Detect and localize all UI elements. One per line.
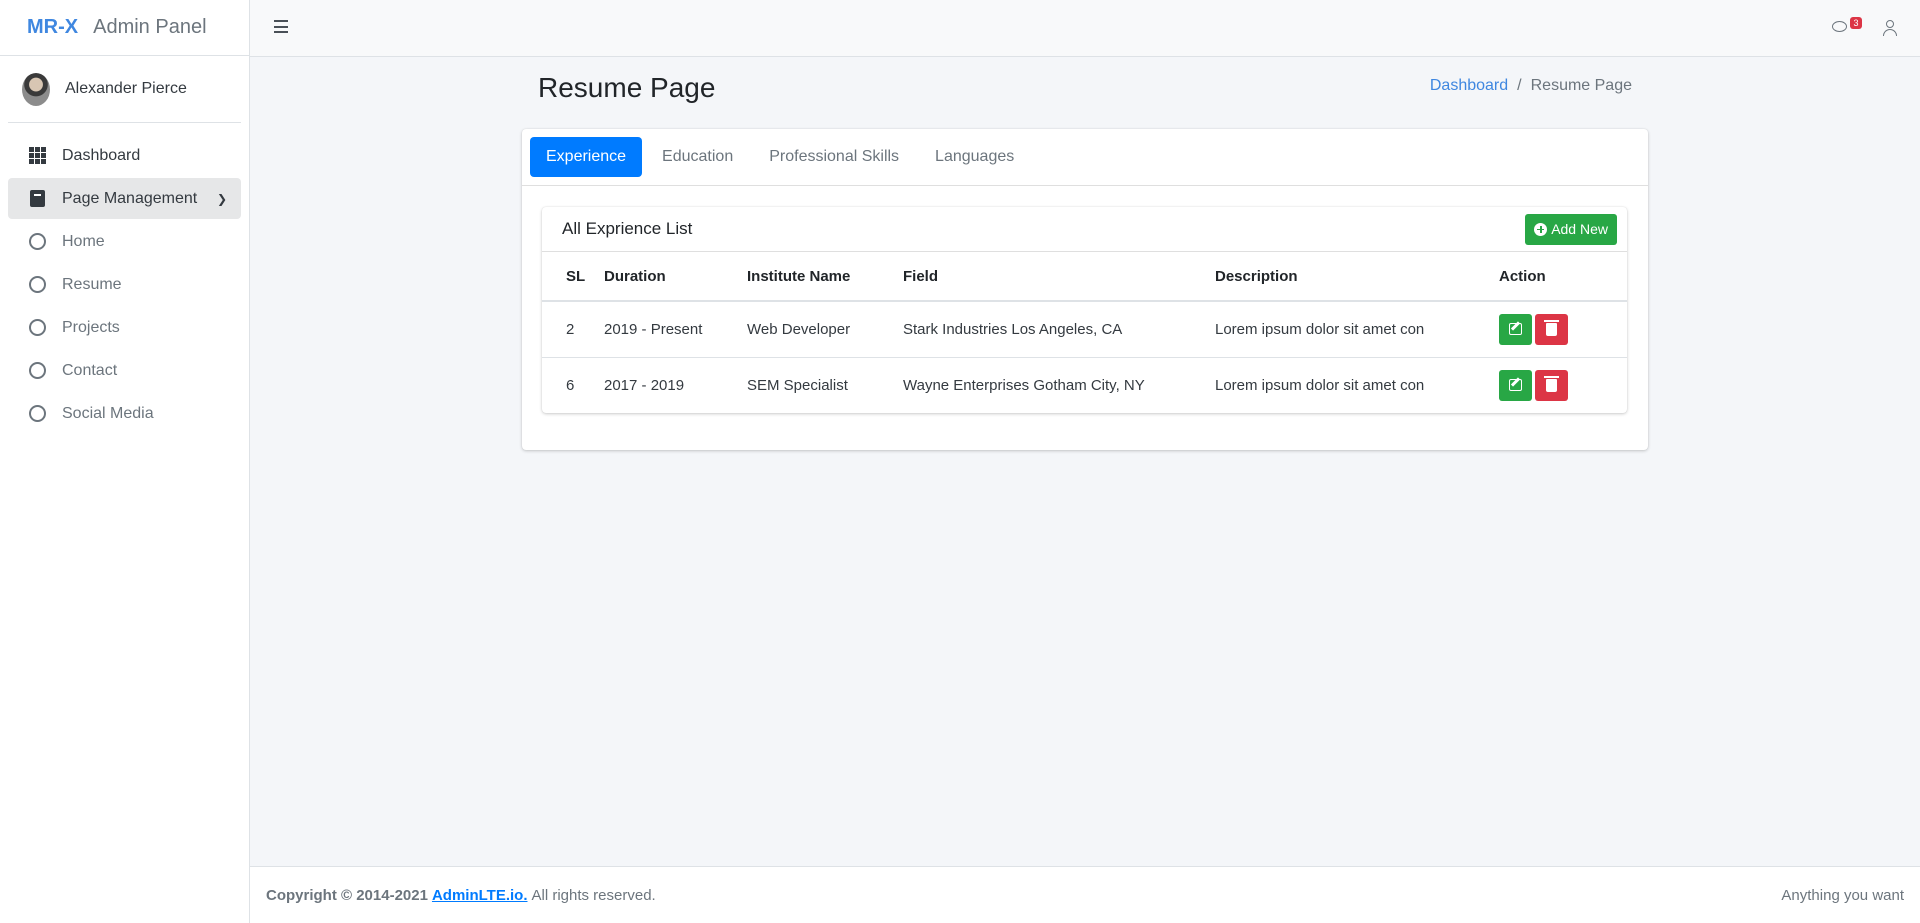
column-header-duration: Duration (604, 252, 747, 302)
notification-badge: 3 (1850, 17, 1862, 29)
sidebar-item-label: Dashboard (62, 146, 141, 164)
cell-description: Lorem ipsum dolor sit amet con (1215, 300, 1499, 357)
resume-card: Experience Education Professional Skills… (522, 129, 1648, 450)
experience-list-title: All Exprience List (562, 219, 693, 238)
tab-education[interactable]: Education (646, 137, 749, 177)
cell-description: Lorem ipsum dolor sit amet con (1215, 356, 1499, 413)
experience-list-card: All Exprience List Add New SL Duration I… (542, 207, 1627, 413)
circle-icon (28, 233, 46, 251)
cell-action (1499, 356, 1627, 413)
column-header-sl: SL (542, 252, 604, 302)
sidebar-item-label: Home (62, 232, 105, 250)
chat-icon[interactable] (1830, 18, 1850, 38)
table-header-row: SL Duration Institute Name Field Descrip… (542, 252, 1627, 302)
footer: Copyright © 2014-2021 AdminLTE.io. All r… (250, 866, 1920, 923)
edit-button[interactable] (1499, 369, 1532, 401)
column-header-description: Description (1215, 252, 1499, 302)
brand-logo: MR-X (27, 16, 79, 38)
sidebar-item-label: Page Management (62, 189, 198, 207)
trash-icon (1544, 375, 1559, 392)
delete-button[interactable] (1535, 313, 1568, 345)
cell-duration: 2017 - 2019 (604, 356, 747, 413)
user-icon[interactable] (1880, 18, 1900, 38)
trash-icon (1544, 319, 1559, 336)
sidebar-item-home[interactable]: Home (8, 221, 241, 262)
brand-name: Admin Panel (93, 16, 207, 38)
sidebar-item-label: Social Media (62, 404, 154, 422)
column-header-action: Action (1499, 252, 1627, 302)
table-row: 6 2017 - 2019 SEM Specialist Wayne Enter… (542, 356, 1627, 413)
sidebar-nav: Dashboard Page Management ❯ Home Resume … (0, 135, 249, 434)
tab-professional-skills[interactable]: Professional Skills (753, 137, 915, 177)
sidebar-item-dashboard[interactable]: Dashboard (8, 135, 241, 176)
footer-copyright: Copyright © 2014-2021 (266, 886, 428, 904)
delete-button[interactable] (1535, 369, 1568, 401)
sidebar-item-label: Contact (62, 361, 118, 379)
grid-icon (28, 147, 46, 165)
cell-field: Wayne Enterprises Gotham City, NY (903, 356, 1215, 413)
circle-icon (28, 276, 46, 294)
column-header-field: Field (903, 252, 1215, 302)
breadcrumb-separator: / (1517, 77, 1522, 94)
sidebar-item-resume[interactable]: Resume (8, 264, 241, 305)
breadcrumb-dashboard-link[interactable]: Dashboard (1430, 77, 1508, 95)
cell-duration: 2019 - Present (604, 300, 747, 357)
cell-sl: 6 (542, 356, 604, 413)
cell-institute-name: SEM Specialist (747, 356, 903, 413)
sidebar-item-label: Projects (62, 318, 120, 336)
circle-icon (28, 319, 46, 337)
edit-icon (1509, 323, 1522, 336)
add-new-button[interactable]: Add New (1525, 213, 1617, 245)
cell-field: Stark Industries Los Angeles, CA (903, 300, 1215, 357)
sidebar-item-label: Resume (62, 275, 122, 293)
avatar[interactable] (22, 72, 50, 106)
menu-toggle-icon[interactable] (274, 20, 288, 33)
tab-experience[interactable]: Experience (530, 137, 643, 177)
cell-sl: 2 (542, 300, 604, 357)
sidebar-item-projects[interactable]: Projects (8, 307, 241, 348)
user-name[interactable]: Alexander Pierce (65, 80, 187, 98)
book-icon (28, 190, 46, 208)
chevron-down-icon: ❯ (216, 191, 227, 206)
footer-rights: All rights reserved. (531, 886, 656, 904)
page-title: Resume Page (538, 72, 716, 103)
topbar: 3 (250, 0, 1920, 57)
breadcrumb: Dashboard / Resume Page (1430, 77, 1632, 95)
circle-icon (28, 362, 46, 380)
column-header-institute-name: Institute Name (747, 252, 903, 302)
sidebar-item-social-media[interactable]: Social Media (8, 393, 241, 434)
sidebar-item-page-management[interactable]: Page Management ❯ (8, 178, 241, 219)
table-row: 2 2019 - Present Web Developer Stark Ind… (542, 300, 1627, 357)
user-panel: Alexander Pierce (8, 56, 241, 123)
footer-right-text: Anything you want (1781, 886, 1904, 904)
tab-languages[interactable]: Languages (919, 137, 1030, 177)
experience-list-header: All Exprience List Add New (542, 207, 1627, 252)
tab-bar: Experience Education Professional Skills… (522, 129, 1648, 186)
sidebar: MR-X Admin Panel Alexander Pierce Dashbo… (0, 0, 250, 923)
experience-table: SL Duration Institute Name Field Descrip… (542, 252, 1627, 413)
edit-button[interactable] (1499, 313, 1532, 345)
add-new-label: Add New (1551, 221, 1608, 237)
cell-institute-name: Web Developer (747, 300, 903, 357)
circle-icon (28, 405, 46, 423)
edit-icon (1509, 379, 1522, 392)
footer-adminlte-link[interactable]: AdminLTE.io. (432, 887, 528, 904)
brand[interactable]: MR-X Admin Panel (0, 0, 249, 56)
breadcrumb-current: Resume Page (1530, 77, 1632, 94)
cell-action (1499, 300, 1627, 357)
plus-circle-icon (1534, 222, 1548, 236)
sidebar-item-contact[interactable]: Contact (8, 350, 241, 391)
